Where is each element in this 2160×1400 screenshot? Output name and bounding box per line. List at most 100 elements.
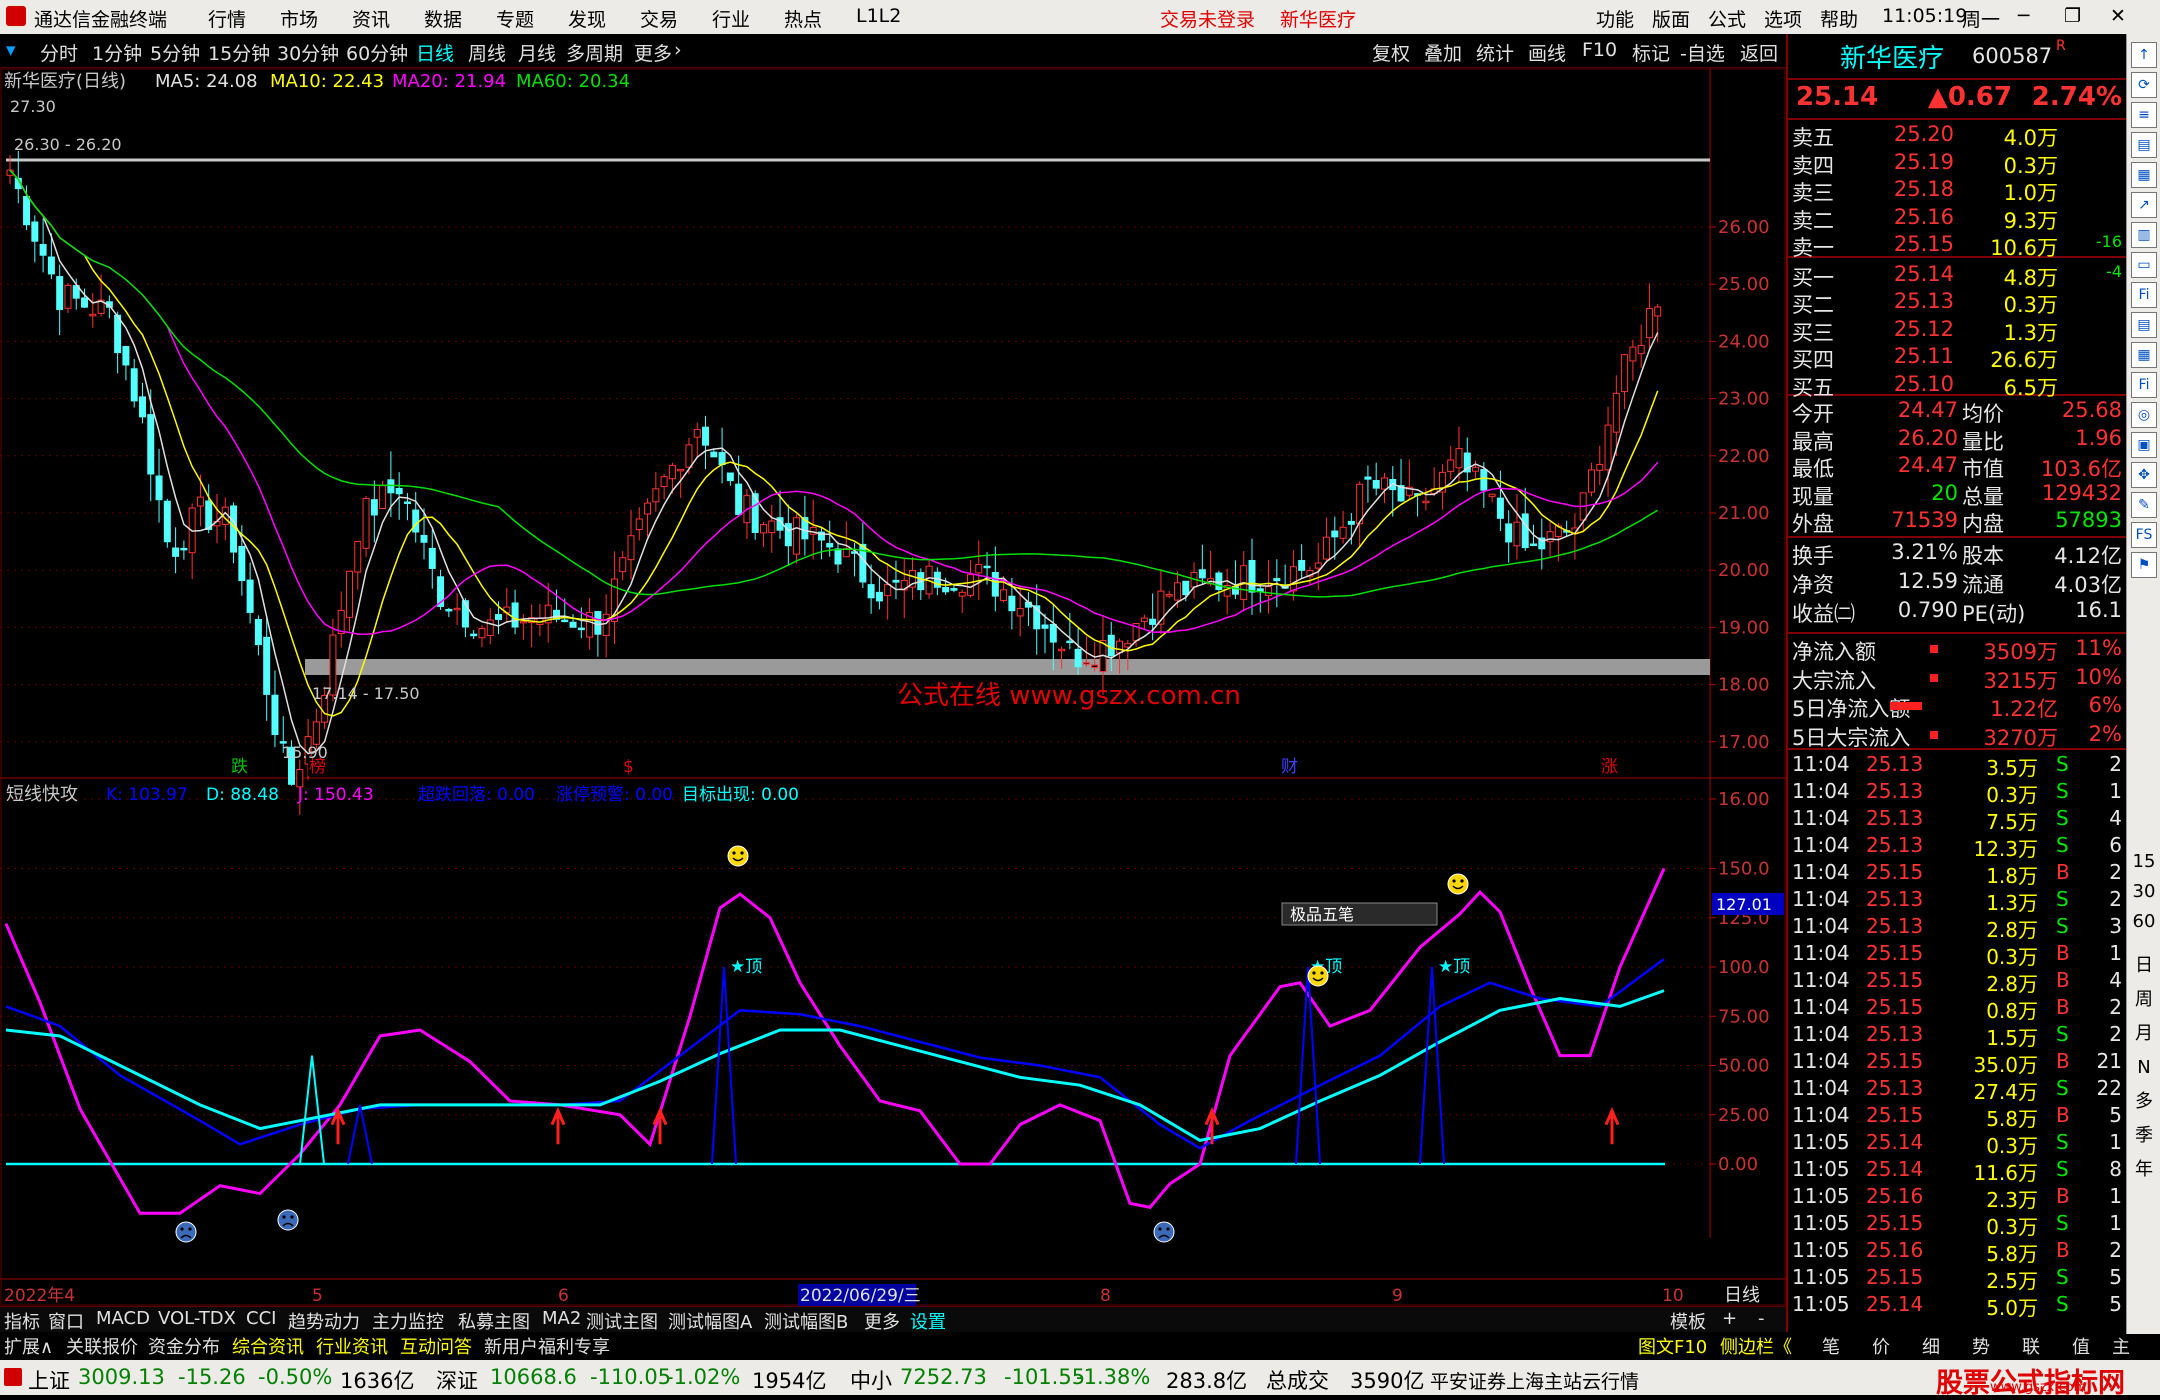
restore-icon[interactable]: ❐ [2064, 5, 2081, 27]
indicator-tab[interactable]: 更多 [864, 1308, 900, 1334]
period-5分钟[interactable]: 5分钟 [150, 39, 200, 66]
chart-area[interactable]: 26.00 25.00 24.00 23.00 22.00 21.00 20.00 19.00… [0, 68, 1786, 1306]
indicator-tab[interactable]: 趋势动力 [288, 1308, 360, 1334]
extension-tab[interactable]: 互动问答 [400, 1333, 472, 1359]
side-tab[interactable]: 势 [1972, 1333, 1990, 1359]
menu-专题[interactable]: 专题 [496, 5, 534, 32]
menu-交易[interactable]: 交易 [640, 5, 678, 32]
indicator-tab[interactable]: 指标 [4, 1308, 40, 1334]
period-多周期[interactable]: 多周期 [566, 39, 623, 66]
tool-自选[interactable]: -自选 [1680, 39, 1725, 66]
indicator-tab[interactable]: 主力监控 [372, 1308, 444, 1334]
indicator-tab[interactable]: VOL-TDX [158, 1308, 236, 1329]
sidebar-period-30[interactable]: 30 [2131, 880, 2157, 906]
period-1分钟[interactable]: 1分钟 [92, 39, 142, 66]
finance-icon[interactable]: Fi [2131, 282, 2157, 308]
extension-tab[interactable]: 综合资讯 [232, 1333, 304, 1359]
fi2-icon[interactable]: Fi [2131, 372, 2157, 398]
menu-帮助[interactable]: 帮助 [1820, 5, 1858, 32]
close-icon[interactable]: ✕ [2110, 5, 2126, 27]
orderbook-price[interactable]: 25.14 [1878, 262, 1954, 286]
orderbook-price[interactable]: 25.19 [1878, 150, 1954, 174]
flag-icon[interactable]: ⚑ [2131, 552, 2157, 578]
index-zx-name[interactable]: 中小 [850, 1365, 892, 1395]
rsi-icon[interactable]: ▣ [2131, 432, 2157, 458]
menu-市场[interactable]: 市场 [280, 5, 318, 32]
broker-server[interactable]: 平安证券上海主站云行情 [1430, 1367, 1639, 1394]
extension-tab[interactable]: 行业资讯 [316, 1333, 388, 1359]
sidebar-period-btn[interactable]: 季 [2131, 1124, 2157, 1150]
menu-行业[interactable]: 行业 [712, 5, 750, 32]
period-更多[interactable]: 更多 [634, 39, 672, 66]
indicator-tab[interactable]: CCI [246, 1308, 276, 1329]
move-icon[interactable]: ✥ [2131, 462, 2157, 488]
indicator-tab[interactable]: 测试主图 [586, 1308, 658, 1334]
data-icon[interactable]: ▦ [2131, 342, 2157, 368]
indicator-tab[interactable]: MACD [96, 1308, 150, 1329]
side-tab[interactable]: 主 [2112, 1333, 2130, 1359]
menu-L1L2[interactable]: L1L2 [856, 5, 901, 27]
period-日线[interactable]: 日线 [416, 39, 454, 66]
bars-icon[interactable]: ▥ [2131, 222, 2157, 248]
extension-tab[interactable]: 关联报价 [66, 1333, 138, 1359]
period-settings-icon[interactable]: ▾ [6, 39, 16, 61]
side-tab[interactable]: 值 [2072, 1333, 2090, 1359]
fs-icon[interactable]: FS [2131, 522, 2157, 548]
indicator-tab[interactable]: 测试幅图A [668, 1308, 752, 1334]
orderbook-price[interactable]: 25.13 [1878, 289, 1954, 313]
menu-行情[interactable]: 行情 [208, 5, 246, 32]
chevron-right-icon[interactable]: › [674, 39, 682, 61]
tool-返回[interactable]: 返回 [1740, 39, 1778, 66]
sidebar-period-btn[interactable]: 多 [2131, 1090, 2157, 1116]
indicator-tab[interactable]: 测试幅图B [764, 1308, 848, 1334]
indicator-tab[interactable]: MA2 [542, 1308, 581, 1329]
indicator-tab[interactable]: 窗口 [48, 1308, 84, 1334]
index-sz-name[interactable]: 深证 [436, 1365, 478, 1395]
orderbook-price[interactable]: 25.16 [1878, 205, 1954, 229]
period-30分钟[interactable]: 30分钟 [277, 39, 339, 66]
menu-选项[interactable]: 选项 [1764, 5, 1802, 32]
orderbook-price[interactable]: 25.18 [1878, 177, 1954, 201]
refresh-icon[interactable]: ⟳ [2131, 72, 2157, 98]
side-tab[interactable]: 侧边栏《 [1720, 1333, 1792, 1359]
tool-标记[interactable]: 标记 [1632, 39, 1670, 66]
template-control[interactable]: + [1722, 1308, 1737, 1329]
sidebar-period-btn[interactable]: 日 [2131, 954, 2157, 980]
tool-F10[interactable]: F10 [1582, 39, 1617, 61]
up-arrow-icon[interactable]: ↑ [2131, 42, 2157, 68]
sidebar-period-btn[interactable]: N [2131, 1056, 2157, 1082]
indicator-tab[interactable]: 设置 [910, 1308, 946, 1334]
side-tab[interactable]: 联 [2022, 1333, 2040, 1359]
trend-icon[interactable]: ↗ [2131, 192, 2157, 218]
chart-icon[interactable]: ▤ [2131, 132, 2157, 158]
template-control[interactable]: 模板 [1670, 1308, 1706, 1334]
menu-数据[interactable]: 数据 [424, 5, 462, 32]
orderbook-price[interactable]: 25.20 [1878, 122, 1954, 146]
orderbook-price[interactable]: 25.15 [1878, 232, 1954, 256]
period-分时[interactable]: 分时 [40, 39, 78, 66]
tool-复权[interactable]: 复权 [1372, 39, 1410, 66]
menu-资讯[interactable]: 资讯 [352, 5, 390, 32]
minimize-icon[interactable]: ─ [2018, 5, 2029, 27]
menu-版面[interactable]: 版面 [1652, 5, 1690, 32]
orderbook-price[interactable]: 25.11 [1878, 344, 1954, 368]
extension-tab[interactable]: 扩展∧ [4, 1333, 53, 1359]
tool-统计[interactable]: 统计 [1476, 39, 1514, 66]
list-icon[interactable]: ≡ [2131, 102, 2157, 128]
template-control[interactable]: - [1758, 1308, 1765, 1329]
extension-tab[interactable]: 资金分布 [148, 1333, 220, 1359]
side-tab[interactable]: 价 [1872, 1333, 1890, 1359]
indicator-tab[interactable]: 私募主图 [458, 1308, 530, 1334]
side-tab[interactable]: 笔 [1822, 1333, 1840, 1359]
period-月线[interactable]: 月线 [518, 39, 556, 66]
extension-tab[interactable]: 新用户福利专享 [484, 1333, 610, 1359]
side-tab[interactable]: 图文F10 [1638, 1333, 1707, 1359]
table-icon[interactable]: ▤ [2131, 312, 2157, 338]
pen-icon[interactable]: ✎ [2131, 492, 2157, 518]
menu-发现[interactable]: 发现 [568, 5, 606, 32]
period-15分钟[interactable]: 15分钟 [208, 39, 270, 66]
sidebar-period-btn[interactable]: 月 [2131, 1022, 2157, 1048]
grid-icon[interactable]: ▦ [2131, 162, 2157, 188]
sidebar-period-btn[interactable]: 周 [2131, 988, 2157, 1014]
side-tab[interactable]: 细 [1922, 1333, 1940, 1359]
